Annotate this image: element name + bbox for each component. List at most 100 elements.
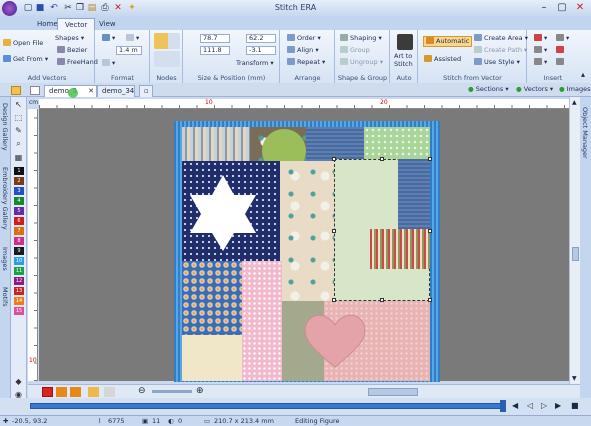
tab-images[interactable]: Images bbox=[1, 247, 9, 271]
tab-design-gallery[interactable]: Design Gallery bbox=[1, 103, 9, 151]
patch-denim-top[interactable] bbox=[306, 127, 366, 163]
line-style-button[interactable]: ▾ bbox=[102, 59, 115, 68]
scroll-down-icon[interactable]: ▼ bbox=[572, 375, 577, 382]
create-area-button[interactable]: Create Area ▾ bbox=[474, 34, 528, 43]
player-play-icon[interactable]: ▷ bbox=[541, 401, 547, 410]
patch-circles[interactable] bbox=[182, 261, 242, 335]
use-style-button[interactable]: Use Style ▾ bbox=[474, 58, 520, 67]
height-field[interactable]: 111.8 bbox=[200, 46, 230, 55]
line-color-button[interactable]: ▾ bbox=[126, 34, 139, 43]
player-back-icon[interactable]: ◁ bbox=[527, 401, 533, 410]
selection-handle[interactable] bbox=[428, 157, 432, 161]
patch-squares[interactable] bbox=[182, 335, 242, 381]
selection-handle[interactable] bbox=[380, 157, 384, 161]
insert-gear-button[interactable] bbox=[556, 58, 566, 67]
insert-text-button[interactable]: ▾ bbox=[534, 46, 547, 55]
selection-handle[interactable] bbox=[332, 157, 336, 161]
patch-green-dots-top[interactable] bbox=[364, 127, 430, 159]
selection-handle[interactable] bbox=[332, 298, 336, 302]
player-end-icon[interactable]: ▶ bbox=[555, 401, 561, 410]
color-swatch[interactable]: 5 bbox=[14, 207, 24, 215]
open-file-button[interactable]: Open File bbox=[3, 39, 43, 48]
realistic-view-icon[interactable] bbox=[88, 387, 99, 397]
insert-point-button[interactable]: ▾ bbox=[556, 34, 569, 43]
node-line-icon[interactable] bbox=[168, 51, 180, 67]
selection-handle[interactable] bbox=[428, 229, 432, 233]
quilt-design[interactable] bbox=[174, 121, 440, 382]
ribbon-collapse-icon[interactable]: ▴ bbox=[581, 70, 585, 79]
color-swatch[interactable]: 8 bbox=[14, 237, 24, 245]
fill-color-button[interactable]: ▾ bbox=[102, 34, 115, 43]
order-button[interactable]: Order ▾ bbox=[287, 34, 321, 43]
images-dropdown[interactable]: ● Images bbox=[559, 85, 591, 94]
color-swatch[interactable]: 12 bbox=[14, 277, 24, 285]
color-swatch[interactable]: 11 bbox=[14, 267, 24, 275]
stitch-progress-thumb[interactable] bbox=[500, 400, 506, 412]
select-icon[interactable]: ⬚ bbox=[13, 113, 24, 123]
insert-path-button[interactable]: ▾ bbox=[534, 34, 547, 43]
patch-denim-right[interactable] bbox=[398, 159, 430, 229]
heart-shape[interactable] bbox=[302, 311, 368, 369]
line-width-field[interactable]: 1.4 m bbox=[116, 46, 142, 55]
zoom-slider[interactable] bbox=[152, 390, 192, 393]
patch-stripes[interactable] bbox=[182, 127, 252, 162]
player-start-icon[interactable]: ◀ bbox=[512, 401, 518, 410]
tab-view[interactable]: View bbox=[92, 18, 123, 30]
palette-icon[interactable]: ▦ bbox=[13, 153, 24, 163]
color-swatch[interactable]: 4 bbox=[14, 197, 24, 205]
align-button[interactable]: Align ▾ bbox=[287, 46, 319, 55]
width-field[interactable]: 78.7 bbox=[200, 34, 230, 43]
color-swatch[interactable]: 6 bbox=[14, 217, 24, 225]
scroll-up-icon[interactable]: ▲ bbox=[572, 99, 577, 106]
close-tab-icon[interactable]: ✕ bbox=[88, 86, 94, 97]
more-colors-icon[interactable]: ◆ bbox=[13, 377, 24, 387]
close-button[interactable]: ✕ bbox=[571, 1, 589, 15]
insert-image-button[interactable]: ▾ bbox=[534, 58, 547, 67]
zoom-out-icon[interactable]: ⊖ bbox=[138, 386, 146, 396]
hoop-view-icon[interactable] bbox=[104, 387, 115, 397]
color-swatch[interactable]: 10 bbox=[14, 257, 24, 265]
player-stop-icon[interactable]: ■ bbox=[571, 401, 579, 410]
stop-icon[interactable] bbox=[42, 387, 53, 397]
repeat-button[interactable]: Repeat ▾ bbox=[287, 58, 325, 67]
group-button[interactable]: Group bbox=[340, 46, 370, 55]
new-doc-icon[interactable] bbox=[30, 86, 40, 95]
star-shape[interactable] bbox=[188, 173, 258, 251]
pointer-icon[interactable]: ↖ bbox=[13, 100, 24, 110]
color-swatch[interactable]: 3 bbox=[14, 187, 24, 195]
zoom-in-icon[interactable]: ⊕ bbox=[196, 386, 204, 396]
color-swatch[interactable]: 2 bbox=[14, 177, 24, 185]
patch-pink-dots[interactable] bbox=[242, 261, 282, 381]
color-swatch[interactable]: 15 bbox=[14, 307, 24, 315]
vectors-dropdown[interactable]: ● Vectors ▾ bbox=[516, 85, 553, 94]
color-swatch[interactable]: 9 bbox=[14, 247, 24, 255]
zoom-icon[interactable]: ⌕ bbox=[13, 139, 24, 149]
doc-tab-demo-34[interactable]: demo_34 bbox=[97, 85, 135, 97]
horizontal-scroll-thumb[interactable] bbox=[368, 388, 418, 396]
color-swatch[interactable]: 13 bbox=[14, 287, 24, 295]
selection-handle[interactable] bbox=[428, 298, 432, 302]
y-field[interactable]: -3.1 bbox=[246, 46, 276, 55]
shaping-button[interactable]: Shaping ▾ bbox=[340, 34, 382, 43]
sections-dropdown[interactable]: ● Sections ▾ bbox=[468, 85, 509, 94]
color-swatch[interactable]: 7 bbox=[14, 227, 24, 235]
tab-embroidery-gallery[interactable]: Embroidery Gallery bbox=[1, 167, 9, 230]
assisted-button[interactable]: Assisted bbox=[424, 55, 461, 64]
automatic-button[interactable]: Automatic bbox=[423, 36, 473, 47]
tab-motifs[interactable]: Motifs bbox=[1, 287, 9, 307]
vertical-scrollbar[interactable]: ▲ ▼ bbox=[569, 97, 580, 384]
insert-symbol-button[interactable] bbox=[556, 46, 566, 55]
selection-handle[interactable] bbox=[380, 298, 384, 302]
x-field[interactable]: 62.2 bbox=[246, 34, 276, 43]
create-path-button[interactable]: Create Path ▾ bbox=[474, 46, 527, 55]
tab-vector[interactable]: Vector bbox=[57, 18, 96, 30]
selection-handle[interactable] bbox=[332, 229, 336, 233]
color-swatch[interactable]: 1 bbox=[14, 167, 24, 175]
get-from-button[interactable]: Get From ▾ bbox=[3, 55, 48, 64]
bezier-button[interactable]: Bezier bbox=[57, 46, 87, 55]
art-to-stitch-icon[interactable] bbox=[397, 34, 413, 50]
grid-view-icon[interactable] bbox=[70, 387, 81, 397]
new-tab-icon[interactable]: ▫ bbox=[139, 85, 153, 97]
home-doc-icon[interactable] bbox=[11, 86, 21, 95]
freehand-button[interactable]: FreeHand bbox=[57, 58, 98, 67]
